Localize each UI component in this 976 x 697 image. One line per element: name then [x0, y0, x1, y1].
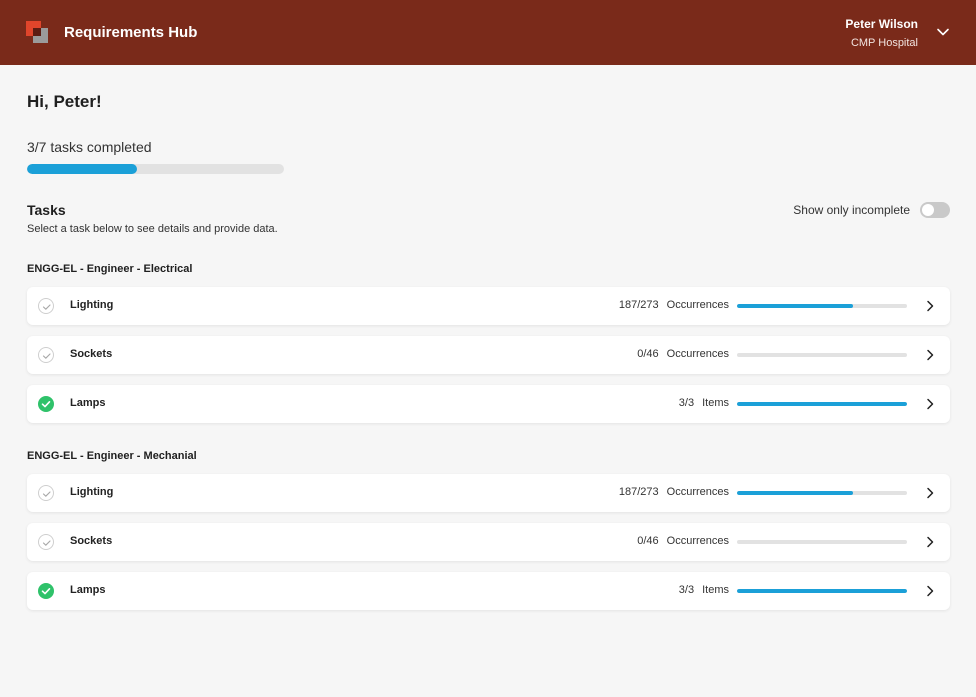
task-row[interactable]: Lighting 187/273 Occurrences [27, 474, 950, 512]
user-info[interactable]: Peter Wilson CMP Hospital [845, 16, 918, 51]
greeting: Hi, Peter! [27, 92, 102, 111]
task-unit: Items [702, 397, 729, 409]
chevron-right-icon[interactable] [924, 536, 936, 548]
overall-progress-fill [27, 164, 138, 174]
group-title: ENGG-EL - Engineer - Electrical [27, 263, 193, 275]
task-count: 0/46 [637, 535, 659, 547]
task-name: Lamps [70, 584, 106, 596]
task-row[interactable]: Lighting 187/273 Occurrences [27, 287, 950, 325]
task-progress-fill [737, 589, 907, 593]
chevron-right-icon[interactable] [924, 300, 936, 312]
task-progress-text: 0/46 Occurrences [637, 348, 729, 360]
user-organization: CMP Hospital [850, 37, 918, 49]
task-progress-bar [737, 353, 907, 357]
task-name: Sockets [70, 348, 113, 360]
task-count: 3/3 [678, 397, 695, 409]
task-count: 187/273 [618, 299, 659, 311]
toggle-knob [922, 204, 934, 216]
task-progress-fill [737, 491, 854, 495]
task-name: Sockets [70, 535, 113, 547]
task-unit: Occurrences [666, 535, 729, 547]
task-row[interactable]: Sockets 0/46 Occurrences [27, 523, 950, 561]
task-progress-bar [737, 491, 907, 495]
user-name: Peter Wilson [845, 17, 918, 31]
app-logo [26, 20, 48, 43]
group-title: ENGG-EL - Engineer - Mechanial [27, 450, 197, 462]
show-incomplete-toggle[interactable] [920, 202, 950, 218]
task-row[interactable]: Lamps 3/3 Items [27, 572, 950, 610]
task-name: Lighting [70, 486, 114, 498]
check-circle-filled-icon [38, 396, 54, 412]
task-count: 0/46 [637, 348, 659, 360]
task-progress-bar [737, 540, 907, 544]
chevron-right-icon[interactable] [924, 487, 936, 499]
check-circle-outline-icon [38, 298, 54, 314]
task-progress-bar [737, 402, 907, 406]
task-count: 3/3 [678, 584, 695, 596]
task-progress-text: 0/46 Occurrences [637, 535, 729, 547]
chevron-right-icon[interactable] [924, 349, 936, 361]
check-circle-outline-icon [38, 347, 54, 363]
app-header: Requirements Hub Peter Wilson CMP Hospit… [0, 0, 976, 65]
task-unit: Occurrences [666, 348, 729, 360]
task-progress-text: 187/273 Occurrences [619, 299, 729, 311]
task-name: Lamps [70, 397, 106, 409]
tasks-heading: Tasks [27, 202, 66, 218]
app-title: Requirements Hub [64, 24, 198, 41]
task-progress-fill [737, 402, 907, 406]
check-circle-outline-icon [38, 485, 54, 501]
task-progress-text: 3/3 Items [679, 584, 729, 596]
chevron-down-icon[interactable] [936, 25, 950, 39]
task-progress-fill [737, 304, 854, 308]
task-unit: Occurrences [666, 299, 729, 311]
check-circle-outline-icon [38, 534, 54, 550]
task-unit: Items [702, 584, 729, 596]
tasks-subtitle: Select a task below to see details and p… [27, 223, 278, 235]
task-name: Lighting [70, 299, 114, 311]
check-circle-filled-icon [38, 583, 54, 599]
overall-progress-label: 3/7 tasks completed [27, 139, 152, 155]
chevron-right-icon[interactable] [924, 398, 936, 410]
task-progress-text: 187/273 Occurrences [619, 486, 729, 498]
task-unit: Occurrences [666, 486, 729, 498]
overall-progress-bar [27, 164, 284, 174]
show-incomplete-label: Show only incomplete [793, 203, 910, 217]
task-row[interactable]: Lamps 3/3 Items [27, 385, 950, 423]
chevron-right-icon[interactable] [924, 585, 936, 597]
task-progress-text: 3/3 Items [679, 397, 729, 409]
task-progress-bar [737, 304, 907, 308]
task-count: 187/273 [618, 486, 659, 498]
task-row[interactable]: Sockets 0/46 Occurrences [27, 336, 950, 374]
task-progress-bar [737, 589, 907, 593]
